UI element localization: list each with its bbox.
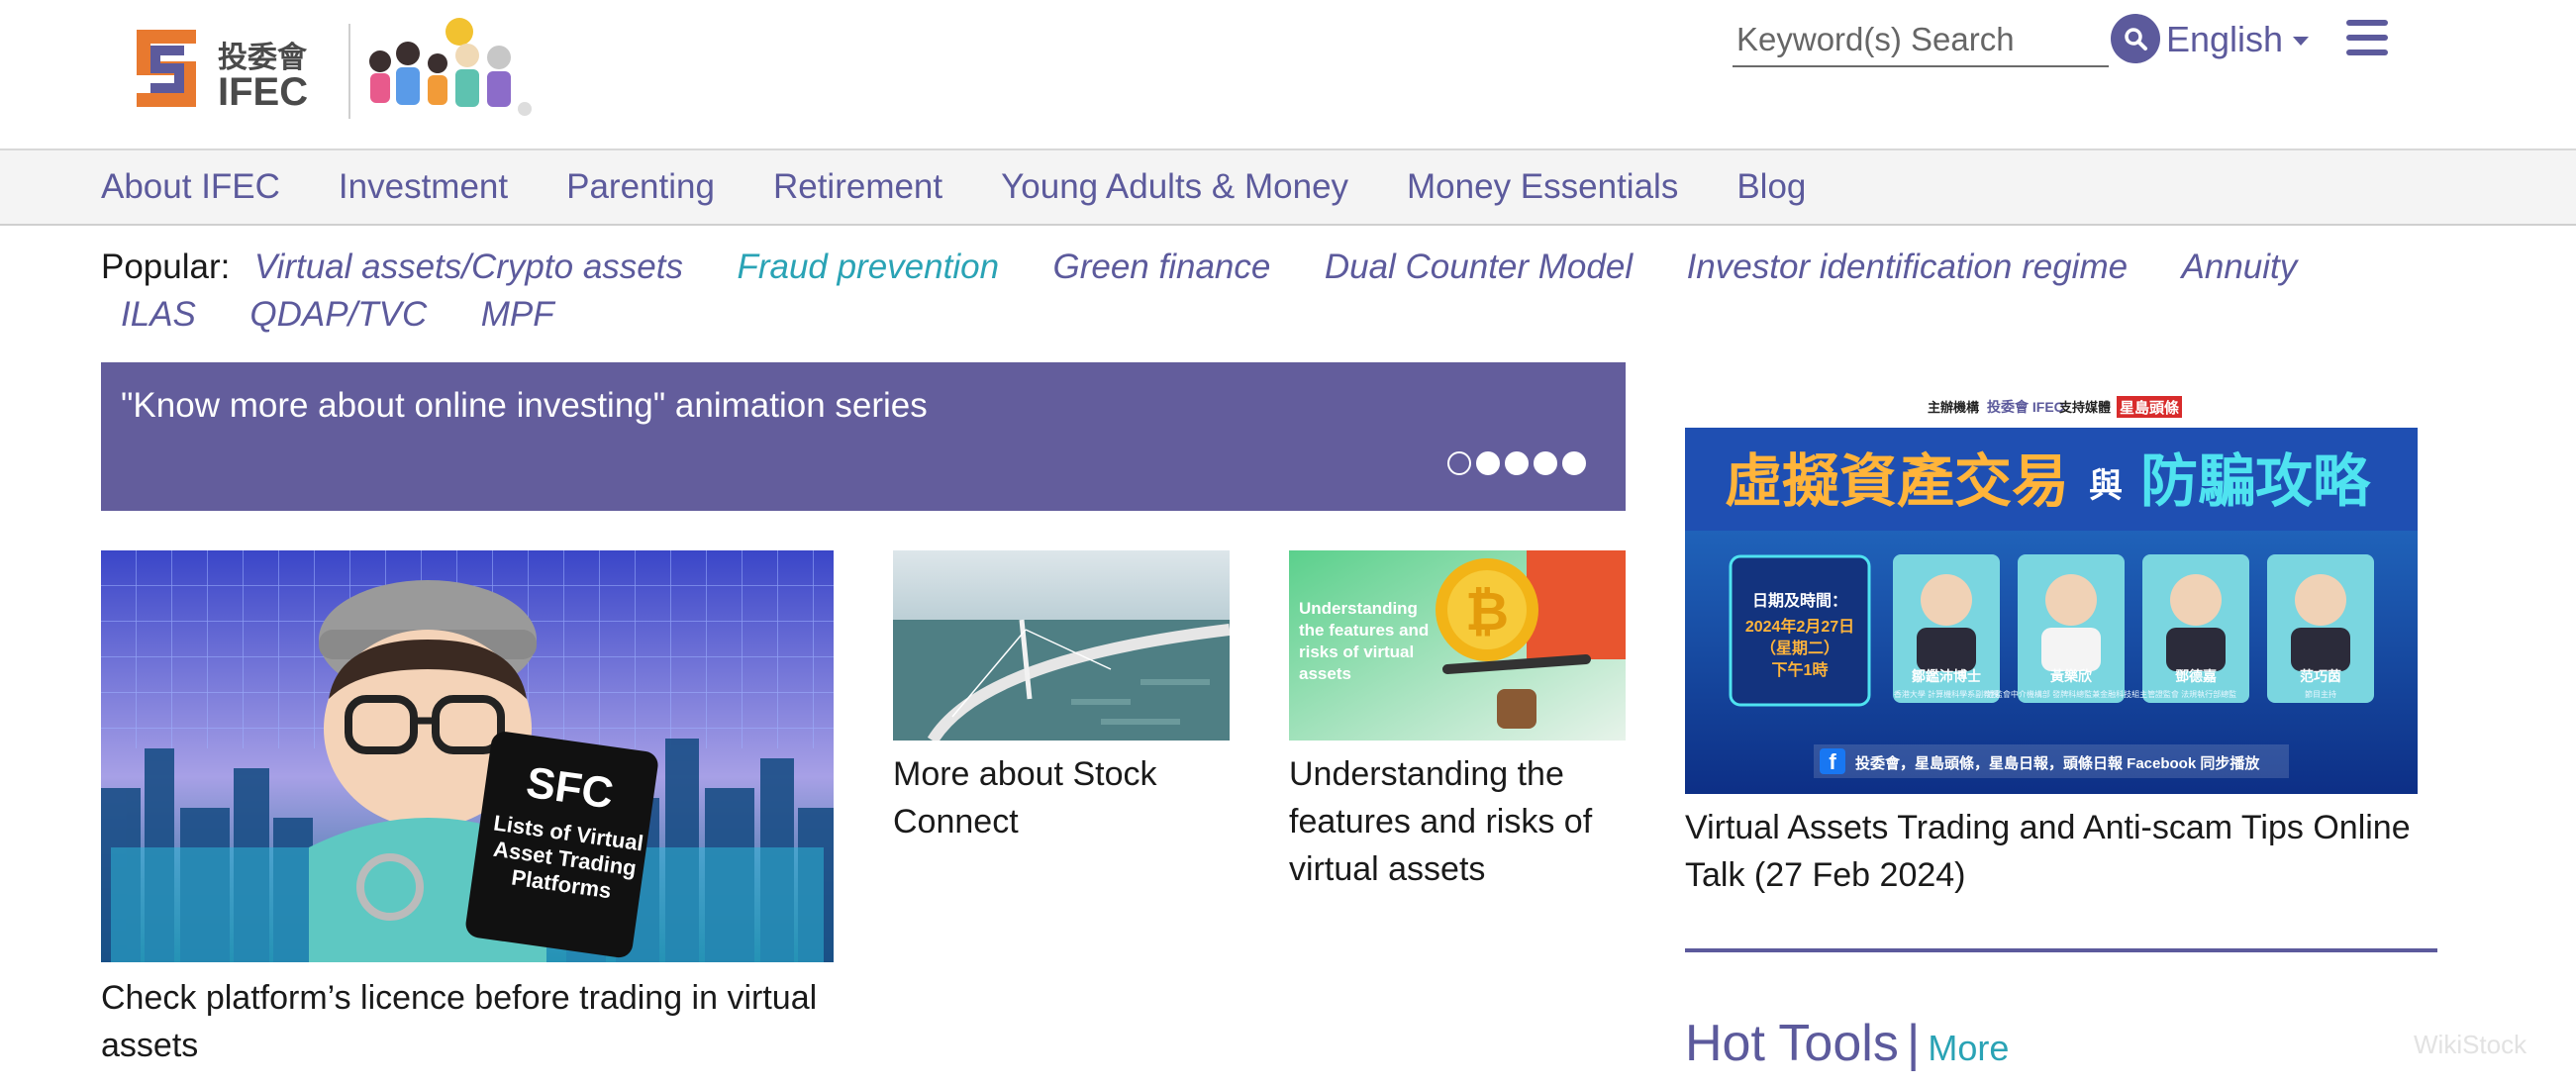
svg-text:證監會中介機構部 發牌科總監兼金融科技組主管: 證監會中介機構部 發牌科總監兼金融科技組主管	[1987, 689, 2155, 699]
logo-divider	[348, 24, 350, 119]
svg-text:黃樂欣: 黃樂欣	[2049, 668, 2093, 684]
svg-text:主辦機構: 主辦機構	[1928, 400, 1979, 415]
main-nav: About IFEC Investment Parenting Retireme…	[0, 150, 2576, 226]
hamburger-icon	[2346, 20, 2388, 55]
svg-text:鄧德嘉: 鄧德嘉	[2175, 668, 2217, 684]
sfc-card-caption[interactable]: Check platform’s licence before trading …	[101, 974, 834, 1069]
chevron-down-icon	[2293, 36, 2310, 46]
nav-item-money-essentials[interactable]: Money Essentials	[1407, 167, 1678, 207]
mascot-family-illustration	[369, 18, 532, 116]
svg-text:防騙攻略: 防騙攻略	[2140, 449, 2371, 514]
online-talk-caption[interactable]: Virtual Assets Trading and Anti-scam Tip…	[1685, 804, 2418, 899]
nav-item-about-ifec[interactable]: About IFEC	[101, 167, 280, 207]
svg-text:下午1時: 下午1時	[1772, 660, 1829, 679]
svg-text:鄒鑑沛博士: 鄒鑑沛博士	[1911, 668, 1981, 684]
ifec-logo[interactable]: 投委會 IFEC	[127, 16, 325, 123]
search-input[interactable]	[1733, 14, 2109, 65]
virtual-assets-caption[interactable]: Understanding the features and risks of …	[1289, 750, 1626, 893]
popular-link-annuity[interactable]: Annuity	[2182, 247, 2298, 286]
hot-tools-title: Hot Tools	[1685, 1015, 1899, 1072]
popular-link-dual-counter[interactable]: Dual Counter Model	[1325, 247, 1633, 286]
site-header: 投委會 IFEC English	[0, 0, 2576, 150]
svg-text:投委會，星島頭條，星島日報，頭條日報 Facebook 同步: 投委會，星島頭條，星島日報，頭條日報 Facebook 同步播放	[1855, 754, 2260, 772]
svg-text:星島頭條: 星島頭條	[2120, 399, 2180, 417]
language-label: English	[2166, 19, 2284, 59]
svg-text:IFEC: IFEC	[218, 70, 308, 114]
search-icon	[2125, 28, 2147, 50]
popular-link-investor-id[interactable]: Investor identification regime	[1687, 247, 2129, 286]
svg-text:虛擬資產交易: 虛擬資產交易	[1725, 449, 2069, 514]
search-button[interactable]	[2111, 14, 2160, 63]
stock-connect-caption[interactable]: More about Stock Connect	[893, 750, 1230, 845]
carousel-dot[interactable]	[1562, 451, 1586, 475]
language-select[interactable]: English	[2166, 14, 2310, 65]
hamburger-menu-button[interactable]	[2346, 20, 2388, 57]
virtual-assets-bitcoin-image[interactable]: ₿ Understanding the features and risks o…	[1289, 550, 1626, 741]
nav-item-blog[interactable]: Blog	[1736, 167, 1806, 207]
popular-link-virtual-assets[interactable]: Virtual assets/Crypto assets	[254, 247, 683, 286]
popular-link-fraud-prevention[interactable]: Fraud prevention	[737, 247, 999, 286]
svg-text:₿: ₿	[1465, 582, 1509, 642]
section-divider	[1685, 948, 2437, 952]
stock-connect-bridge-image[interactable]	[893, 550, 1230, 741]
svg-text:（星期二）: （星期二）	[1760, 639, 1839, 657]
popular-link-ilas[interactable]: ILAS	[121, 295, 196, 334]
svg-text:日期及時間：: 日期及時間：	[1752, 591, 1847, 610]
popular-link-green-finance[interactable]: Green finance	[1053, 247, 1271, 286]
svg-text:投委會: 投委會	[218, 41, 308, 74]
svg-text:f: f	[1829, 749, 1836, 774]
svg-text:證監會 法規執行部總監: 證監會 法規執行部總監	[2155, 689, 2236, 699]
svg-text:范巧茵: 范巧茵	[2300, 668, 2341, 684]
carousel-dots	[1447, 451, 1591, 475]
nav-item-investment[interactable]: Investment	[339, 167, 508, 207]
svg-text:投委會 IFEC: 投委會 IFEC	[1987, 399, 2064, 415]
sfc-platforms-image[interactable]: SFC Lists of Virtual Asset Trading Platf…	[101, 550, 834, 962]
popular-label: Popular:	[101, 247, 231, 286]
svg-text:支持媒體: 支持媒體	[2058, 400, 2111, 415]
svg-text:節目主持: 節目主持	[2305, 689, 2336, 699]
hot-tools-more-link[interactable]: More	[1928, 1028, 2009, 1068]
carousel-dot[interactable]	[1534, 451, 1557, 475]
nav-item-parenting[interactable]: Parenting	[566, 167, 715, 207]
carousel-dot[interactable]	[1447, 451, 1471, 475]
online-talk-poster-image[interactable]: 主辦機構 投委會 IFEC 支持媒體 星島頭條 虛擬資產交易 與 防騙攻略 日期…	[1685, 382, 2418, 794]
hot-tools-heading: Hot Tools | More	[1685, 1014, 2009, 1073]
bitcoin-overlay-text: Understanding the features and risks of …	[1299, 599, 1430, 683]
svg-text:香港大學 計算機科學系副教授: 香港大學 計算機科學系副教授	[1894, 689, 1999, 699]
nav-item-retirement[interactable]: Retirement	[773, 167, 942, 207]
nav-item-young-adults[interactable]: Young Adults & Money	[1001, 167, 1348, 207]
svg-text:2024年2月27日: 2024年2月27日	[1745, 617, 1854, 636]
hot-tools-separator: |	[1906, 1015, 1921, 1072]
carousel-dot[interactable]	[1505, 451, 1529, 475]
popular-link-qdap[interactable]: QDAP/TVC	[249, 295, 427, 334]
carousel-banner[interactable]: "Know more about online investing" anima…	[101, 362, 1626, 511]
watermark: WikiStock	[2414, 1030, 2527, 1059]
banner-title: "Know more about online investing" anima…	[121, 386, 928, 425]
popular-link-mpf[interactable]: MPF	[481, 295, 554, 334]
svg-text:與: 與	[2089, 467, 2123, 505]
carousel-dot[interactable]	[1476, 451, 1500, 475]
search-box	[1733, 14, 2109, 67]
